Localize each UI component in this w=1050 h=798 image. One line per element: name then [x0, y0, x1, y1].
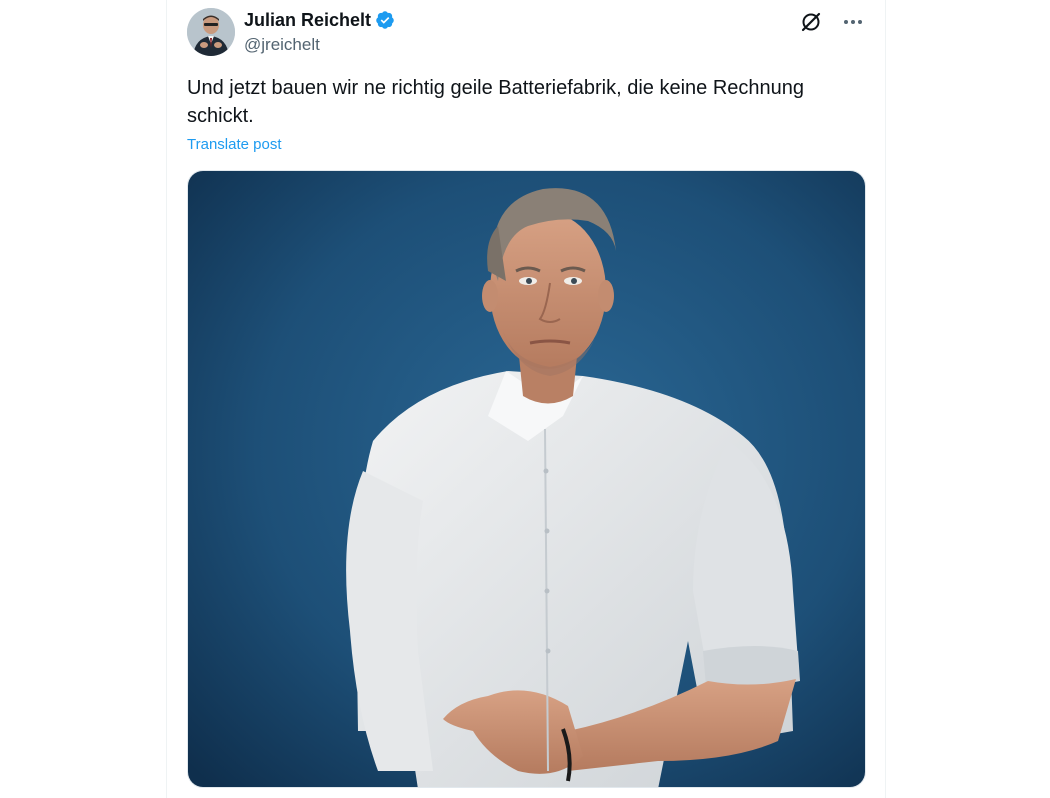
name-row: Julian Reichelt	[244, 8, 395, 32]
page: Julian Reichelt @jreichelt Und jetzt bau…	[0, 0, 1050, 798]
photo-man-white-shirt-icon	[188, 171, 865, 787]
translate-post-link[interactable]: Translate post	[187, 136, 282, 153]
post-card: Julian Reichelt @jreichelt Und jetzt bau…	[166, 0, 886, 798]
post-header: Julian Reichelt @jreichelt	[187, 8, 865, 60]
author-name-block: Julian Reichelt @jreichelt	[244, 8, 395, 55]
more-horizontal-icon[interactable]	[841, 10, 865, 34]
author-avatar[interactable]	[187, 8, 235, 56]
grok-icon[interactable]	[799, 10, 823, 34]
author-handle[interactable]: @jreichelt	[244, 35, 395, 55]
post-photo[interactable]	[187, 170, 866, 788]
post-text: Und jetzt bauen wir ne richtig geile Bat…	[187, 77, 805, 127]
verified-badge-icon[interactable]	[375, 10, 395, 30]
avatar-photo-icon	[187, 8, 235, 56]
author-display-name[interactable]: Julian Reichelt	[244, 10, 371, 31]
